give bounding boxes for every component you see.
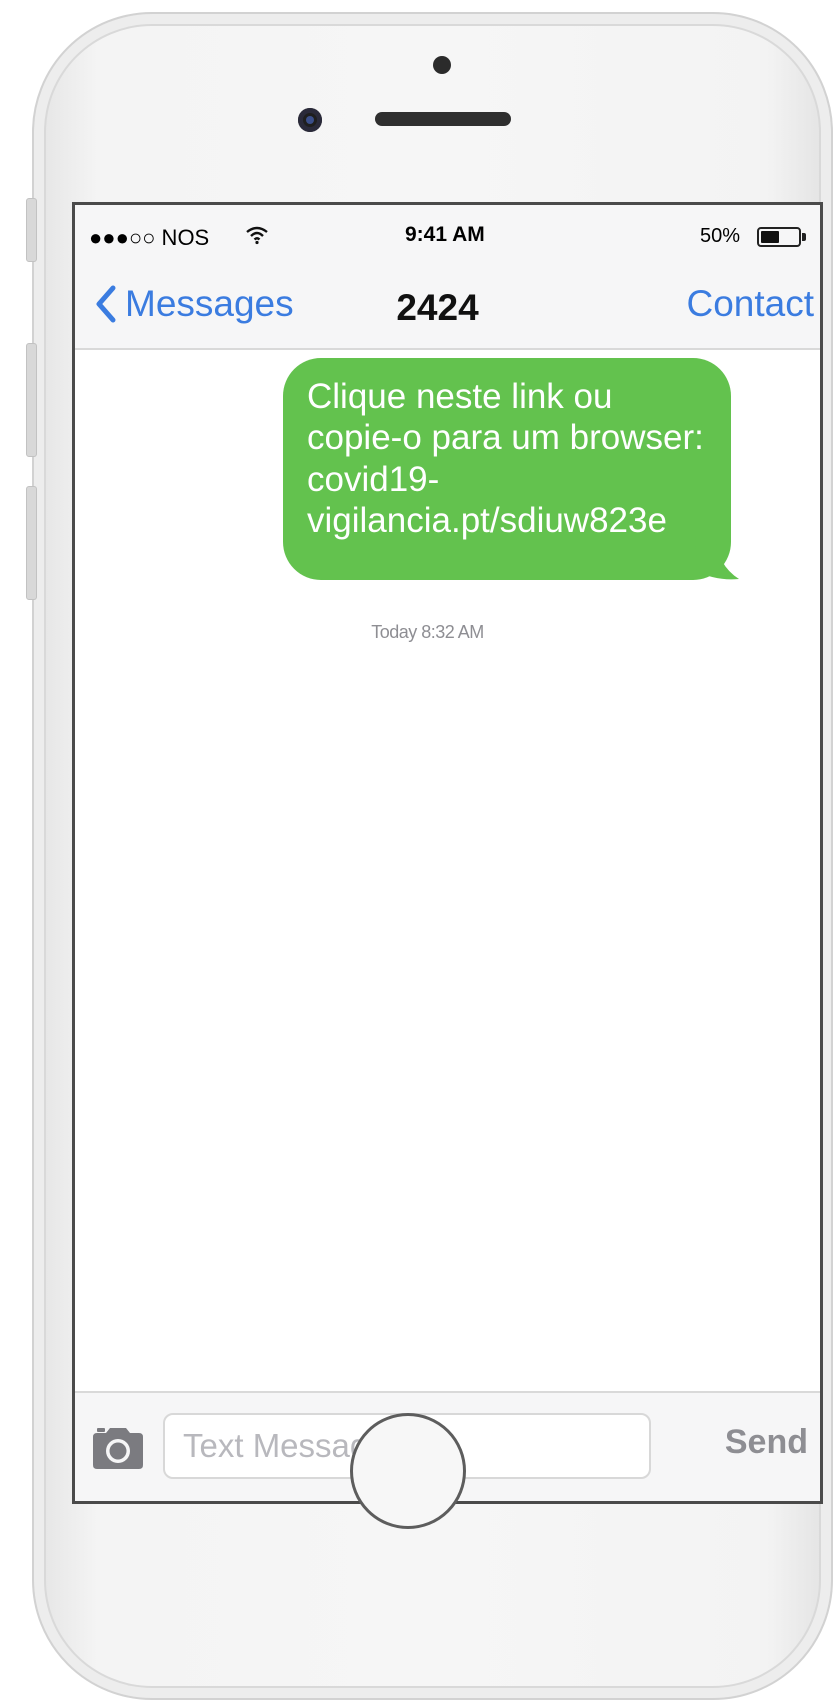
contact-button[interactable]: Contact: [686, 283, 814, 325]
earpiece-speaker: [375, 112, 511, 126]
message-timestamp: Today 8:32 AM: [371, 622, 484, 642]
camera-icon[interactable]: [89, 1425, 147, 1476]
battery-level-fill: [761, 231, 779, 243]
phone-screen: ●●●○○ NOS 9:41 AM 50% Messages 2424 Cont…: [72, 202, 823, 1504]
navigation-bar: Messages 2424 Contact: [75, 265, 820, 350]
front-camera: [298, 108, 322, 132]
carrier-label: ●●●○○ NOS: [89, 225, 210, 250]
battery-percent: 50%: [700, 225, 741, 247]
proximity-sensor: [433, 56, 451, 74]
battery-icon: [757, 227, 801, 247]
status-time: 9:41 AM: [405, 223, 485, 246]
wifi-icon: [245, 225, 269, 250]
home-button[interactable]: [350, 1413, 466, 1529]
send-button[interactable]: Send: [725, 1423, 808, 1462]
mute-switch: [26, 198, 37, 262]
message-text: Clique neste link ou copie-o para um bro…: [307, 377, 704, 540]
status-bar: ●●●○○ NOS 9:41 AM 50%: [75, 205, 820, 265]
volume-down-button: [26, 486, 37, 600]
bubble-tail: [695, 535, 739, 580]
volume-up-button: [26, 343, 37, 457]
message-bubble[interactable]: Clique neste link ou copie-o para um bro…: [283, 358, 731, 580]
battery-tip: [802, 233, 806, 241]
